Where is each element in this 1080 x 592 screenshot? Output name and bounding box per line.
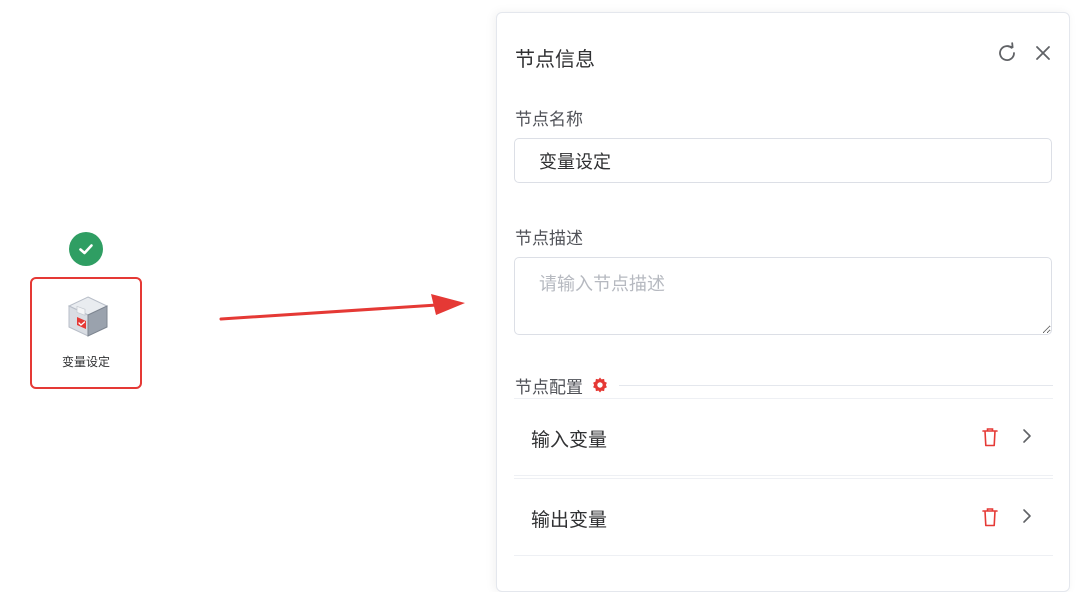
node-name-input[interactable] [514,138,1052,183]
workflow-node[interactable]: 变量设定 [30,277,142,389]
trash-icon[interactable] [980,506,1000,528]
workflow-canvas: 变量设定 节点信息 节点名称 节点描述 节点配置 输入变量 [0,0,1080,592]
arrow-right-icon [219,294,465,321]
node-description-textarea[interactable] [514,257,1052,335]
chevron-right-icon[interactable] [1018,506,1036,526]
node-label: 变量设定 [61,355,110,369]
chevron-right-icon[interactable] [1018,426,1036,446]
config-item-input-variables[interactable]: 输入变量 [514,398,1053,476]
divider [619,384,1053,386]
gear-icon [593,377,607,393]
refresh-icon[interactable] [995,41,1019,65]
config-item-output-variables[interactable]: 输出变量 [514,478,1053,556]
config-item-label: 输出变量 [531,509,608,531]
node-description-label: 节点描述 [515,229,583,249]
panel-title: 节点信息 [515,47,595,71]
node-info-panel: 节点信息 节点名称 节点描述 节点配置 输入变量 [496,12,1070,592]
trash-icon[interactable] [980,426,1000,448]
node-name-label: 节点名称 [515,110,583,130]
node-config-header: 节点配置 [515,373,1053,398]
config-item-label: 输入变量 [531,429,608,451]
check-circle-icon [69,232,103,266]
variable-box-icon [67,296,109,337]
close-icon[interactable] [1031,41,1055,65]
node-config-label: 节点配置 [515,377,583,398]
